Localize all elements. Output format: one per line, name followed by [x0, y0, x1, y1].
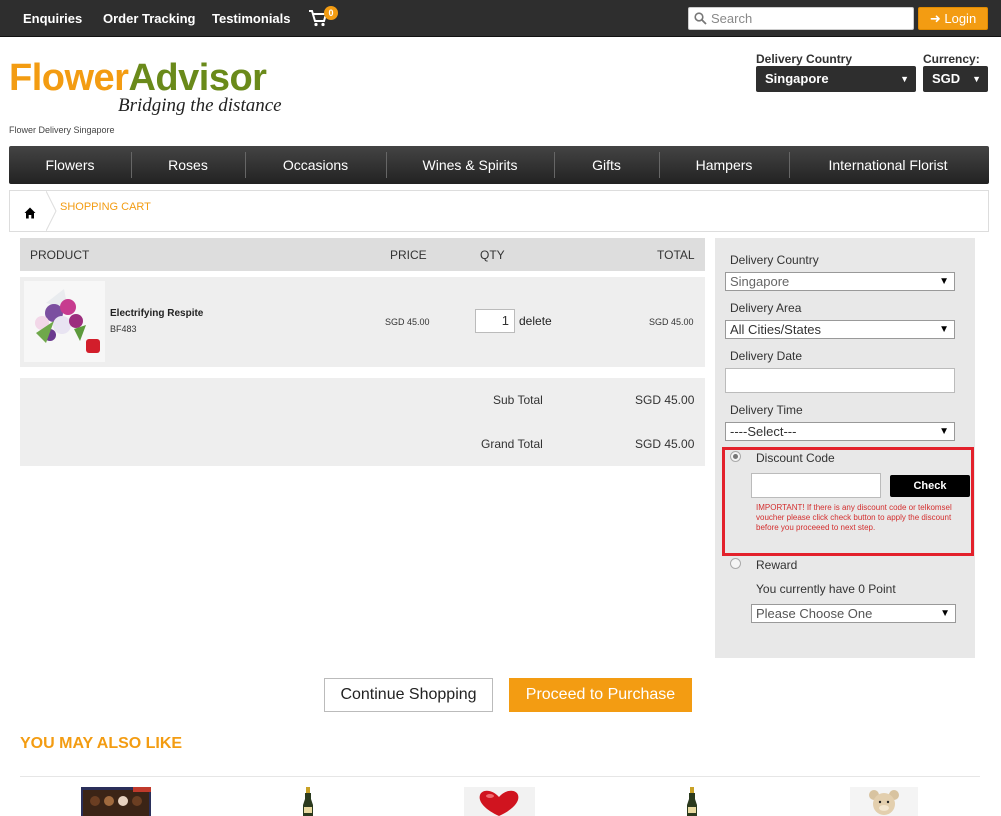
continue-shopping-button[interactable]: Continue Shopping — [324, 678, 493, 712]
nav-occasions[interactable]: Occasions — [245, 146, 386, 184]
chevron-down-icon: ▼ — [939, 276, 949, 287]
delivery-time-select[interactable]: ----Select--- ▼ — [725, 422, 955, 441]
proceed-to-purchase-button[interactable]: Proceed to Purchase — [509, 678, 692, 712]
nav-hampers[interactable]: Hampers — [659, 146, 789, 184]
cart-item-row: Electrifying Respite BF483 SGD 45.00 1 d… — [20, 277, 705, 367]
logo-part-1: Flower — [9, 57, 129, 99]
search-icon — [694, 12, 707, 25]
chevron-down-icon: ▼ — [972, 74, 981, 84]
search-input[interactable] — [711, 10, 909, 27]
header-total: TOTAL — [657, 248, 695, 262]
chevron-down-icon: ▼ — [900, 74, 909, 84]
delivery-time-label: Delivery Time — [730, 403, 803, 417]
discount-highlight-box — [722, 447, 974, 556]
delivery-country-select[interactable]: Singapore ▼ — [725, 272, 955, 291]
reward-select-value: Please Choose One — [756, 606, 873, 621]
currency-value: SGD — [932, 71, 961, 86]
delivery-area-label: Delivery Area — [730, 301, 802, 315]
header-product: PRODUCT — [30, 248, 90, 262]
logo-tagline: Bridging the distance — [118, 95, 282, 116]
subtotal-value: SGD 45.00 — [635, 393, 695, 407]
nav-flowers[interactable]: Flowers — [9, 146, 131, 184]
reward-radio[interactable] — [730, 558, 741, 569]
delivery-country-value: Singapore — [730, 274, 790, 289]
login-label: Login — [944, 11, 977, 26]
nav-wines-spirits[interactable]: Wines & Spirits — [386, 146, 554, 184]
teddy-bear-thumbnail[interactable] — [850, 787, 918, 816]
main-nav: Flowers Roses Occasions Wines & Spirits … — [9, 146, 989, 184]
champagne-bottle-thumbnail[interactable] — [298, 787, 318, 816]
login-icon: ➜ — [929, 11, 941, 26]
discount-warning-text: IMPORTANT! If there is any discount code… — [756, 503, 952, 532]
breadcrumb-chevron-icon — [46, 191, 57, 231]
subtotal-label: Sub Total — [493, 393, 543, 407]
nav-international-florist[interactable]: International Florist — [789, 146, 987, 184]
discount-code-input[interactable] — [751, 473, 881, 498]
delivery-date-label: Delivery Date — [730, 349, 803, 363]
nav-roses[interactable]: Roses — [131, 146, 245, 184]
currency-label: Currency: — [923, 52, 980, 66]
order-tracking-link[interactable]: Order Tracking — [103, 11, 195, 26]
product-code: BF483 — [110, 324, 137, 334]
chocolate-box-thumbnail[interactable] — [81, 787, 151, 816]
heart-balloon-thumbnail[interactable] — [464, 787, 535, 816]
reward-label: Reward — [756, 558, 798, 572]
site-logo[interactable]: FlowerAdvisor — [9, 56, 267, 100]
search-box — [688, 7, 914, 30]
chevron-down-icon: ▼ — [940, 608, 950, 619]
breadcrumb-current: SHOPPING CART — [60, 201, 151, 213]
delivery-country-label: Delivery Country — [730, 253, 819, 267]
divider — [20, 776, 980, 777]
flower-bouquet-icon — [24, 281, 105, 362]
check-button[interactable]: Check — [890, 475, 970, 497]
chevron-down-icon: ▼ — [939, 324, 949, 335]
quantity-input[interactable]: 1 — [475, 309, 515, 333]
champagne-bottle-thumbnail[interactable] — [682, 787, 702, 816]
currency-select[interactable]: SGD ▼ — [923, 66, 988, 92]
grandtotal-label: Grand Total — [481, 437, 543, 451]
enquiries-link[interactable]: Enquiries — [23, 11, 82, 26]
testimonials-link[interactable]: Testimonials — [212, 11, 291, 26]
product-image[interactable] — [24, 281, 105, 362]
logo-part-2: Advisor — [128, 57, 267, 99]
login-button[interactable]: ➜ Login — [918, 7, 988, 30]
product-total: SGD 45.00 — [649, 317, 694, 327]
header-delivery-country-label: Delivery Country — [756, 52, 853, 66]
home-icon[interactable] — [24, 207, 36, 219]
grandtotal-value: SGD 45.00 — [635, 437, 695, 451]
chevron-down-icon: ▼ — [939, 426, 949, 437]
delete-link[interactable]: delete — [519, 314, 552, 328]
header-delivery-country-select[interactable]: Singapore ▼ — [756, 66, 916, 92]
header-delivery-country-value: Singapore — [765, 71, 829, 86]
top-bar: Enquiries Order Tracking Testimonials 0 … — [0, 0, 1001, 37]
delivery-time-value: ----Select--- — [730, 424, 797, 439]
cart-totals: Sub Total SGD 45.00 Grand Total SGD 45.0… — [20, 378, 705, 466]
header-qty: QTY — [480, 248, 505, 262]
product-name[interactable]: Electrifying Respite — [110, 308, 203, 319]
recommendations-title: YOU MAY ALSO LIKE — [20, 735, 183, 752]
breadcrumb: SHOPPING CART — [9, 190, 989, 232]
delivery-date-input[interactable] — [725, 368, 955, 393]
points-text: You currently have 0 Point — [756, 582, 896, 596]
delivery-area-select[interactable]: All Cities/States ▼ — [725, 320, 955, 339]
cart-table-header: PRODUCT PRICE QTY TOTAL — [20, 238, 705, 271]
site-subtitle: Flower Delivery Singapore — [9, 125, 115, 135]
reward-select[interactable]: Please Choose One ▼ — [751, 604, 956, 623]
nav-gifts[interactable]: Gifts — [554, 146, 659, 184]
delivery-area-value: All Cities/States — [730, 322, 822, 337]
cart-count-badge: 0 — [324, 6, 338, 20]
product-price: SGD 45.00 — [385, 317, 430, 327]
header-price: PRICE — [390, 248, 427, 262]
